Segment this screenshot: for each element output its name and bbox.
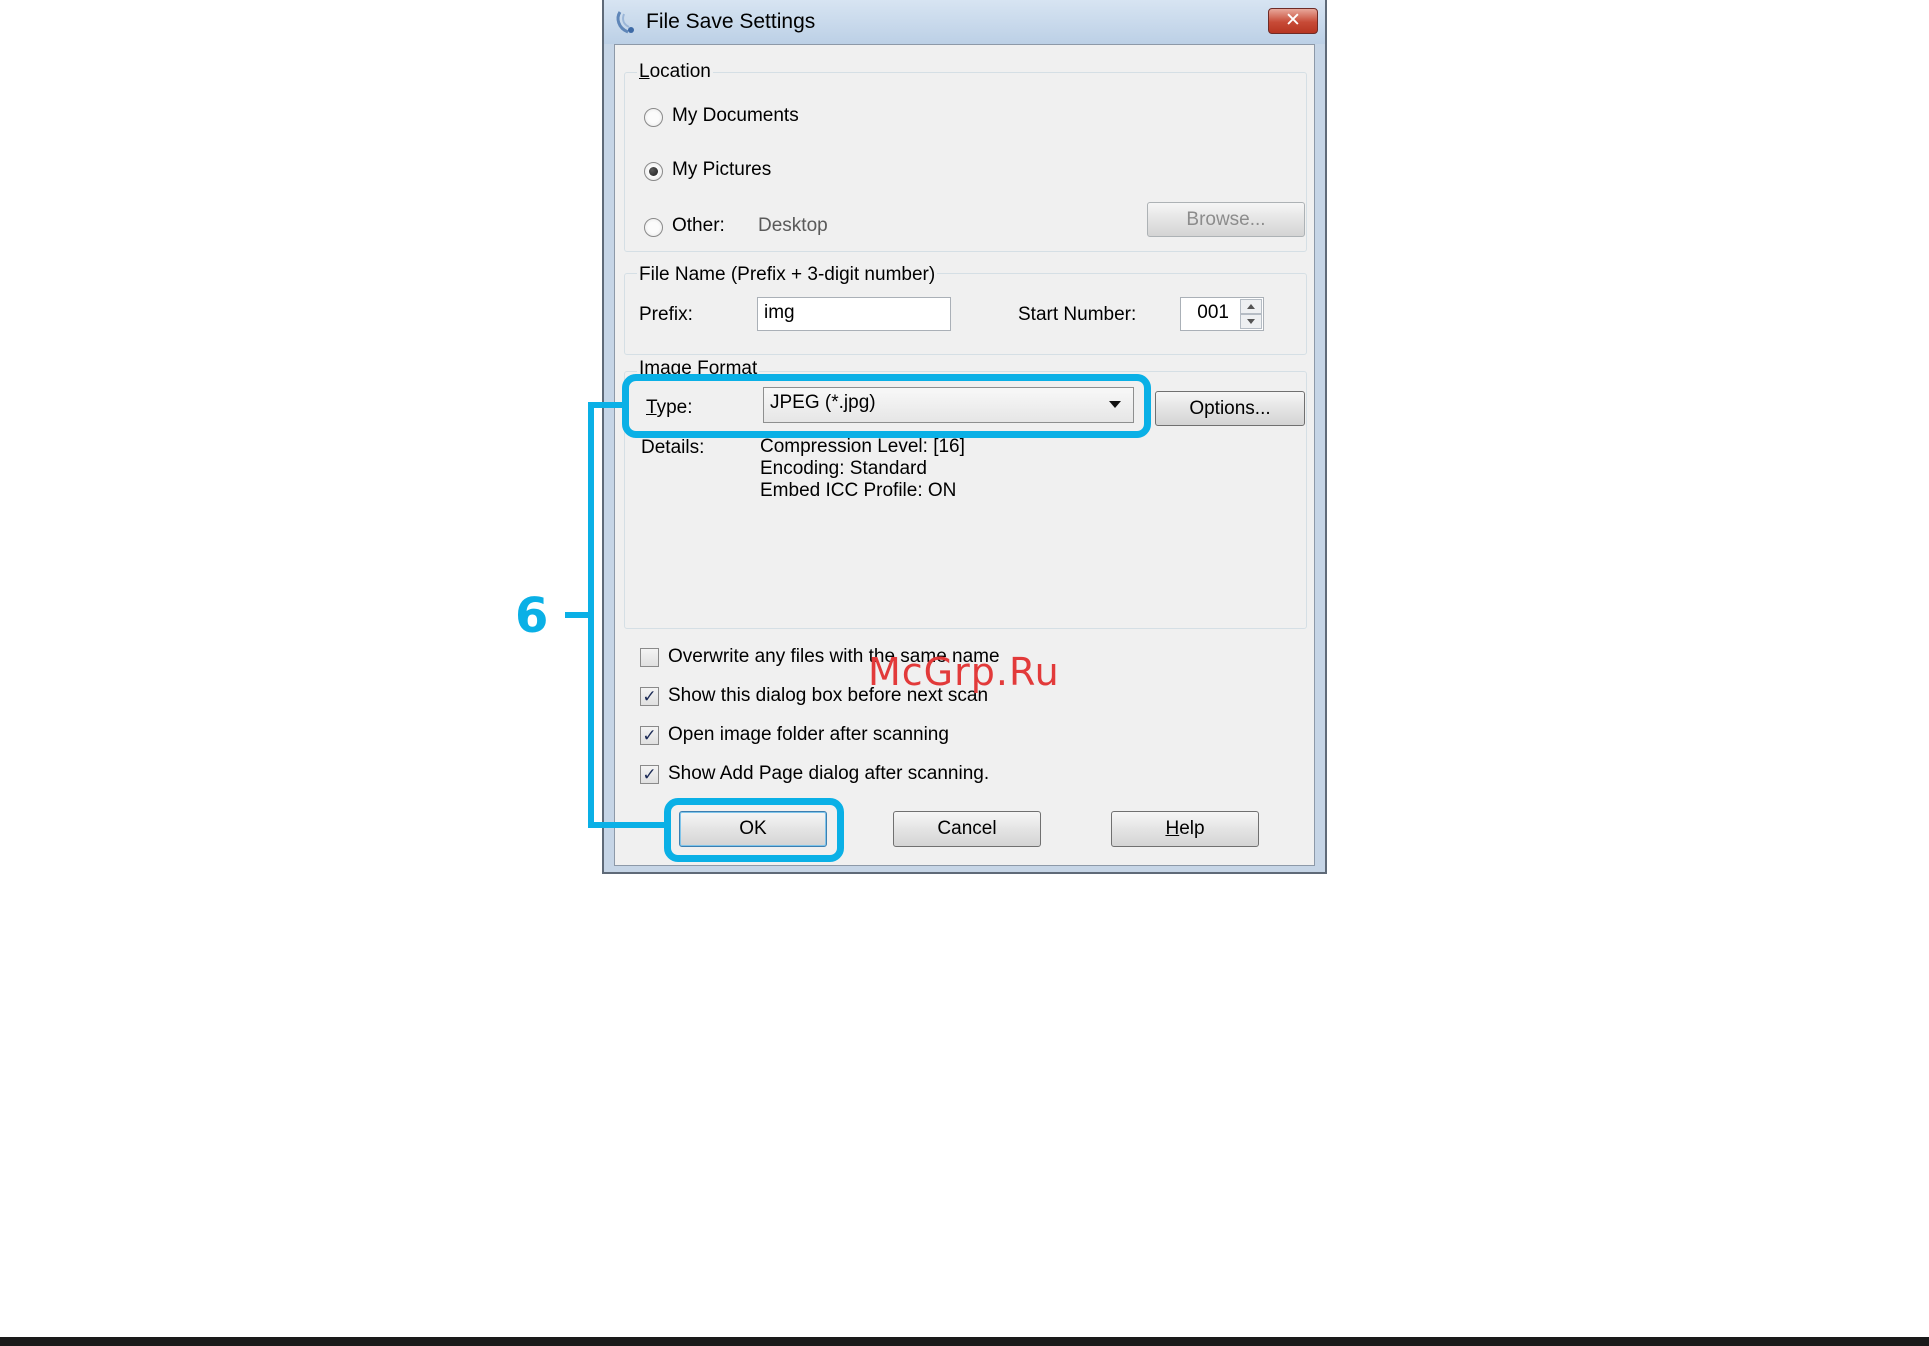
radio-my-pictures-label: My Pictures <box>672 159 772 180</box>
checkbox-add-page-label: Show Add Page dialog after scanning. <box>668 763 990 784</box>
checkbox-checked[interactable]: ✓ <box>640 726 659 745</box>
checkbox-open-folder-label: Open image folder after scanning <box>668 724 949 745</box>
radio-other[interactable]: Other: <box>644 215 744 241</box>
scanner-app-icon <box>614 8 640 36</box>
start-number-label: Start Number: <box>1018 304 1137 325</box>
radio-button-selected[interactable] <box>644 162 663 181</box>
step-number-label: 6 <box>515 588 549 644</box>
callout-bracket-tick <box>565 612 591 618</box>
ok-highlight-frame <box>664 798 844 862</box>
details-label: Details: <box>641 437 705 458</box>
title-bar[interactable]: File Save Settings ✕ <box>604 0 1325 44</box>
watermark-text: McGrp.Ru <box>868 650 1060 694</box>
details-compression: Compression Level: [16] <box>760 436 965 457</box>
radio-other-label: Other: <box>672 215 725 236</box>
radio-my-pictures[interactable]: My Pictures <box>644 159 944 185</box>
radio-my-documents[interactable]: My Documents <box>644 105 944 131</box>
dialog-body: Location My Documents My Pictures Other:… <box>614 44 1315 866</box>
stepper-arrows[interactable] <box>1240 299 1262 329</box>
type-highlight-frame <box>622 374 1151 438</box>
close-icon: ✕ <box>1285 10 1301 31</box>
checkbox-add-page[interactable]: ✓ Show Add Page dialog after scanning. <box>640 763 1060 789</box>
checkbox-unchecked[interactable] <box>640 648 659 667</box>
file-name-group-label: File Name (Prefix + 3-digit number) <box>637 264 938 286</box>
radio-my-documents-label: My Documents <box>672 105 799 126</box>
stepper-up-icon[interactable] <box>1240 299 1262 314</box>
prefix-input[interactable]: img <box>757 297 951 331</box>
options-button[interactable]: Options... <box>1155 391 1305 426</box>
other-path-value: Desktop <box>758 215 828 236</box>
window-title: File Save Settings <box>646 10 816 33</box>
location-group-label: Location <box>637 61 713 83</box>
details-encoding: Encoding: Standard <box>760 458 927 479</box>
callout-bracket-top <box>588 402 626 408</box>
radio-button[interactable] <box>644 218 663 237</box>
page-footer-rule <box>0 1337 1929 1346</box>
checkbox-checked[interactable]: ✓ <box>640 765 659 784</box>
checkbox-open-folder[interactable]: ✓ Open image folder after scanning <box>640 724 1060 750</box>
details-icc-profile: Embed ICC Profile: ON <box>760 480 957 501</box>
prefix-label: Prefix: <box>639 304 693 325</box>
radio-button[interactable] <box>644 108 663 127</box>
help-button[interactable]: Help <box>1111 811 1259 847</box>
callout-bracket-bottom <box>588 822 668 828</box>
close-button[interactable]: ✕ <box>1268 8 1318 34</box>
cancel-button[interactable]: Cancel <box>893 811 1041 847</box>
checkbox-checked[interactable]: ✓ <box>640 687 659 706</box>
stepper-down-icon[interactable] <box>1240 314 1262 329</box>
browse-button[interactable]: Browse... <box>1147 202 1305 237</box>
